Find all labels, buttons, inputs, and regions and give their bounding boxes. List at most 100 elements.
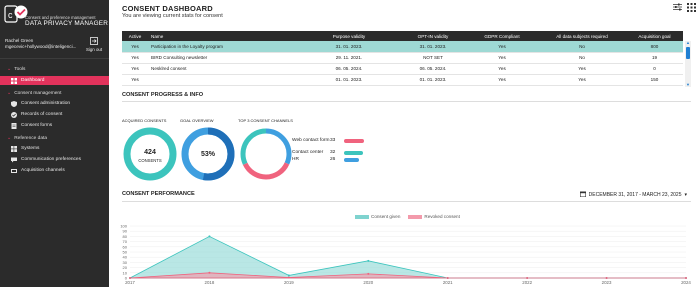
column-header-purpose-validity[interactable]: Purpose validity	[298, 31, 400, 41]
sidebar-item-dashboard[interactable]: Dashboard	[0, 76, 109, 85]
cell-all-subjects: Yes	[538, 74, 626, 86]
table-row[interactable]: Yes Nesklred consent 06. 05. 2024. 06. 0…	[122, 63, 683, 75]
section-label: Consent management	[14, 90, 62, 96]
y-tick-label: 40	[123, 255, 128, 260]
cell-active: Yes	[122, 74, 148, 86]
cell-all-subjects: No	[538, 52, 626, 64]
cell-name: BIRD Consulting newsletter	[148, 52, 298, 64]
y-tick-label: 90	[123, 229, 128, 234]
scroll-down-icon[interactable]: ▼	[686, 83, 690, 87]
x-tick-label: 2020	[363, 280, 373, 285]
top-channels-donut	[240, 128, 292, 180]
acquired-consents-donut: 424 CONSENTS	[123, 127, 177, 181]
cell-gdpr: Yes	[466, 74, 538, 86]
section-divider	[122, 101, 691, 102]
data-point[interactable]	[208, 235, 211, 238]
table-row[interactable]: Yes 01. 01. 2023. 01. 01. 2023. Yes Yes …	[122, 74, 683, 86]
settings-sliders-icon[interactable]	[673, 3, 682, 14]
chevron-down-icon: ⌄	[7, 90, 12, 96]
sidebar-item-systems[interactable]: Systems	[0, 144, 109, 153]
data-point[interactable]	[208, 271, 211, 274]
chat-icon	[11, 157, 17, 163]
acquired-consents-value: 424	[144, 149, 156, 156]
column-header-opt-in-validity[interactable]: OPT-IN validity	[400, 31, 466, 41]
top-channels-label: TOP 3 CONSENT CHANNELS	[238, 118, 293, 123]
svg-text:c: c	[8, 10, 13, 20]
sidebar-section-tools[interactable]: ⌄ Tools	[7, 66, 25, 72]
cell-purpose-validity: 29. 11. 2021.	[298, 52, 400, 64]
sidebar-item-label: Communication preferences	[21, 157, 81, 162]
apps-grid-icon[interactable]	[687, 3, 696, 14]
cell-purpose-validity: 06. 05. 2024.	[298, 63, 400, 75]
sidebar-item-acquisition-channels[interactable]: Acquisition channels	[0, 166, 109, 175]
y-tick-label: 60	[123, 244, 128, 249]
top-channels-card: TOP 3 CONSENT CHANNELS	[238, 118, 294, 182]
column-header-active[interactable]: Active	[122, 31, 148, 41]
cell-opt-in-validity: NOT SET	[400, 52, 466, 64]
data-point[interactable]	[367, 272, 370, 275]
data-point[interactable]	[446, 277, 449, 279]
channel-icon	[11, 168, 17, 174]
column-header-acquisition-goal[interactable]: Acquisition goal	[626, 31, 683, 41]
channel-bar	[344, 139, 364, 143]
cell-goal: 800	[626, 41, 683, 53]
sidebar-item-communication-preferences[interactable]: Communication preferences	[0, 155, 109, 164]
data-point[interactable]	[129, 277, 131, 279]
sidebar-item-label: Consent forms	[21, 123, 53, 128]
date-range-picker[interactable]: DECEMBER 31, 2017 - MARCH 23, 2025 ▾	[579, 191, 687, 199]
sidebar-section-consent-management[interactable]: ⌄ Consent management	[7, 90, 61, 96]
section-divider	[122, 201, 691, 202]
data-point[interactable]	[605, 277, 608, 279]
data-point[interactable]	[526, 277, 529, 279]
table-row[interactable]: Yes Participation in the Loyalty program…	[122, 41, 683, 53]
cell-active: Yes	[122, 52, 148, 64]
data-point[interactable]	[287, 276, 290, 279]
scroll-up-icon[interactable]: ▲	[686, 41, 690, 45]
performance-section-title: CONSENT PERFORMANCE	[122, 191, 195, 197]
page-subtitle: You are viewing current stats for consen…	[122, 13, 223, 19]
channel-value: 33	[330, 138, 336, 143]
y-tick-label: 50	[123, 250, 128, 255]
column-header-name[interactable]: Name	[148, 31, 298, 41]
consent-performance-chart: 01020304050607080901002017 2018 2019 2020 20…	[120, 224, 691, 286]
channel-row: HR 26	[292, 157, 372, 163]
cell-name	[148, 74, 298, 86]
sidebar-item-consent-administration[interactable]: Consent administration	[0, 99, 109, 108]
data-point[interactable]	[287, 274, 290, 277]
sidebar-item-label: Systems	[21, 146, 40, 151]
cell-gdpr: Yes	[466, 52, 538, 64]
table-row[interactable]: Yes BIRD Consulting newsletter 29. 11. 2…	[122, 52, 683, 64]
table-scrollbar[interactable]: ▲ ▼	[685, 41, 691, 87]
top-toolbar	[673, 3, 696, 14]
caret-down-icon: ▾	[684, 192, 687, 198]
table-header-row: Active Name Purpose validity OPT-IN vali…	[122, 31, 683, 41]
acquired-consents-card: ACQUIRED CONSENTS 424 CONSENTS	[122, 118, 178, 182]
channel-name: Web contact form	[292, 138, 330, 143]
form-icon	[11, 122, 17, 129]
sidebar-item-records-of-consent[interactable]: Records of consent	[0, 110, 109, 119]
progress-section-title: CONSENT PROGRESS & INFO	[122, 92, 204, 98]
data-point[interactable]	[685, 277, 687, 279]
scroll-thumb[interactable]	[686, 47, 690, 59]
column-header-all-data-subjects[interactable]: All data subjects required	[538, 31, 626, 41]
cell-active: Yes	[122, 63, 148, 75]
y-tick-label: 100	[120, 224, 127, 229]
sidebar-item-consent-forms[interactable]: Consent forms	[0, 121, 109, 130]
x-tick-label: 2017	[125, 280, 135, 285]
sidebar-section-reference-data[interactable]: ⌄ Reference data	[7, 135, 47, 141]
column-header-gdpr-compliant[interactable]: GDPR Compliant	[466, 31, 538, 41]
cell-purpose-validity: 31. 01. 2023.	[298, 41, 400, 53]
chevron-down-icon: ⌄	[7, 66, 12, 72]
cell-opt-in-validity: 06. 05. 2024.	[400, 63, 466, 75]
windows-icon	[11, 145, 17, 152]
cell-opt-in-validity: 01. 01. 2023.	[400, 74, 466, 86]
cell-name: Nesklred consent	[148, 63, 298, 75]
app-title-text: DATA PRIVACY MANAGER	[25, 20, 109, 27]
sign-out-button[interactable]: Sign out	[84, 37, 104, 52]
acquired-consents-label: ACQUIRED CONSENTS	[122, 118, 167, 123]
sidebar: c Consent and preference management DATA…	[0, 0, 117, 287]
channel-bar	[344, 158, 359, 162]
data-point[interactable]	[367, 259, 370, 262]
consent-table: Active Name Purpose validity OPT-IN vali…	[122, 31, 691, 88]
y-tick-label: 10	[123, 270, 128, 275]
